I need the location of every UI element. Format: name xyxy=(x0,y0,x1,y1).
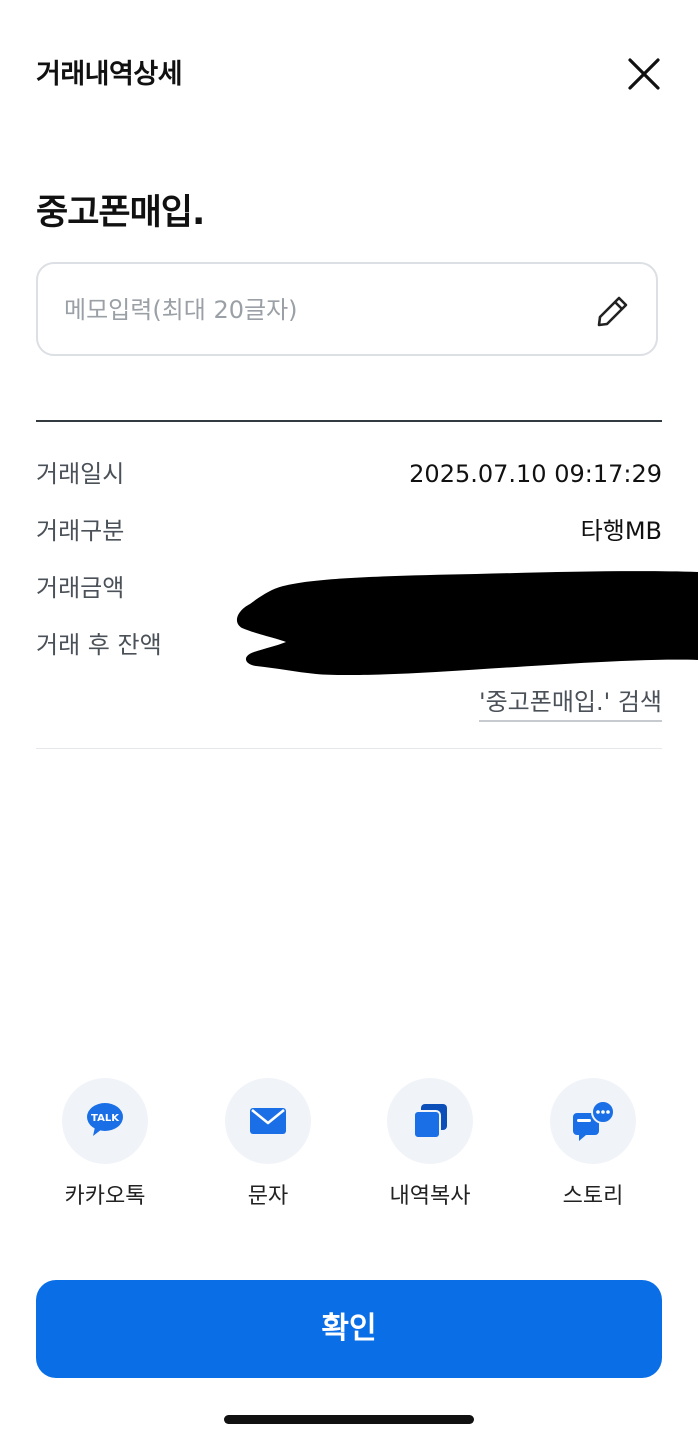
share-story-button[interactable]: 스토리 xyxy=(513,1078,673,1218)
memo-input[interactable] xyxy=(64,286,584,334)
kakaotalk-icon: TALK xyxy=(87,1103,123,1136)
detail-value: 타행MB xyxy=(580,517,662,545)
close-button[interactable] xyxy=(622,52,666,96)
close-icon xyxy=(628,58,660,90)
share-icon-circle xyxy=(550,1078,636,1164)
merchant-name: 중고폰매입. xyxy=(36,193,205,233)
share-icon-circle: TALK xyxy=(62,1078,148,1164)
transaction-detail-screen: 거래내역상세 중고폰매입. 거래일시 2025.07.10 09:17:29 거… xyxy=(0,0,698,1440)
share-label: 문자 xyxy=(247,1184,289,1209)
share-icon-circle xyxy=(387,1078,473,1164)
section-divider xyxy=(36,420,662,422)
share-sms-button[interactable]: 문자 xyxy=(188,1078,348,1218)
memo-field xyxy=(36,262,658,356)
copy-icon xyxy=(413,1104,447,1139)
copy-history-button[interactable]: 내역복사 xyxy=(350,1078,510,1218)
share-label: 스토리 xyxy=(562,1184,624,1209)
search-merchant-link[interactable]: '중고폰매입.' 검색 xyxy=(478,684,662,722)
share-kakaotalk-button[interactable]: TALK 카카오톡 xyxy=(25,1078,185,1218)
edit-memo-button[interactable] xyxy=(594,292,632,330)
section-divider xyxy=(36,748,662,749)
share-label: 내역복사 xyxy=(389,1184,471,1209)
redaction-mark xyxy=(236,568,698,680)
detail-value: 2025.07.10 09:17:29 xyxy=(409,460,662,488)
detail-label: 거래일시 xyxy=(36,460,125,488)
pencil-icon xyxy=(597,296,628,327)
detail-row-type: 거래구분 타행MB xyxy=(36,511,662,551)
share-label: 카카오톡 xyxy=(64,1184,146,1209)
confirm-button[interactable]: 확인 xyxy=(36,1280,662,1378)
detail-label: 거래금액 xyxy=(36,574,125,602)
detail-label: 거래구분 xyxy=(36,517,125,545)
story-chat-icon xyxy=(573,1100,615,1141)
page-title: 거래내역상세 xyxy=(36,59,183,90)
detail-row-datetime: 거래일시 2025.07.10 09:17:29 xyxy=(36,454,662,494)
detail-label: 거래 후 잔액 xyxy=(36,631,162,659)
share-icon-circle xyxy=(225,1078,311,1164)
envelope-icon xyxy=(250,1108,286,1134)
talk-badge-text: TALK xyxy=(91,1113,120,1124)
home-indicator xyxy=(224,1415,474,1424)
